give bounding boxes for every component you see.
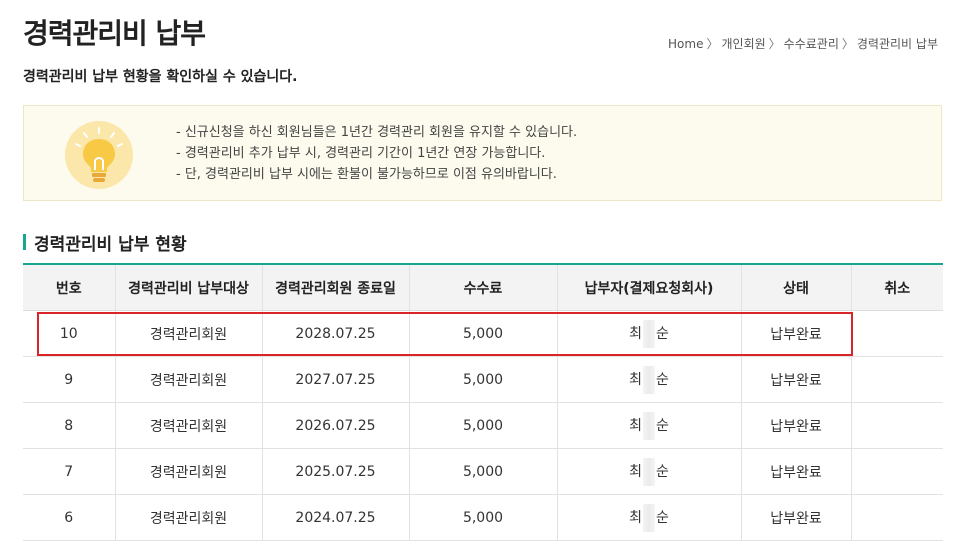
- column-header-no: 번호: [23, 263, 115, 311]
- privacy-mask: [643, 411, 655, 440]
- cell-status: 납부완료: [740, 448, 851, 495]
- column-header-end-date: 경력관리회원 종료일: [261, 263, 409, 311]
- breadcrumb-current: 경력관리비 납부: [856, 37, 938, 51]
- privacy-mask: [643, 319, 655, 348]
- table-header-row: 번호 경력관리비 납부대상 경력관리회원 종료일 수수료 납부자(결제요청회사)…: [23, 263, 943, 311]
- table-row[interactable]: 10 경력관리회원 2028.07.25 5,000 최순 납부완료: [23, 310, 943, 357]
- privacy-mask: [643, 457, 655, 486]
- table-row[interactable]: 7 경력관리회원 2025.07.25 5,000 최순 납부완료: [23, 448, 943, 495]
- breadcrumb-home-link[interactable]: Home: [668, 37, 703, 51]
- page-title: 경력관리비 납부: [23, 17, 206, 50]
- cell-payer: 최순: [556, 356, 741, 403]
- table-row[interactable]: 8 경력관리회원 2026.07.25 5,000 최순 납부완료: [23, 402, 943, 449]
- cell-fee: 5,000: [408, 356, 557, 403]
- cell-target: 경력관리회원: [114, 402, 262, 449]
- payer-last-char: 순: [656, 325, 669, 342]
- payer-first-char: 최: [629, 325, 642, 342]
- cell-fee: 5,000: [408, 310, 557, 357]
- cell-target: 경력관리회원: [114, 494, 262, 541]
- cell-payer: 최순: [556, 448, 741, 495]
- notice-item: - 신규신청을 하신 회원님들은 1년간 경력관리 회원을 유지할 수 있습니다…: [176, 125, 578, 140]
- cell-cancel[interactable]: [850, 356, 943, 403]
- cell-cancel[interactable]: [850, 310, 943, 357]
- cell-payer: 최순: [556, 494, 741, 541]
- cell-status: 납부완료: [740, 356, 851, 403]
- payer-first-char: 최: [629, 509, 642, 526]
- payer-first-char: 최: [629, 417, 642, 434]
- payer-last-char: 순: [656, 371, 669, 388]
- table-row[interactable]: 6 경력관리회원 2024.07.25 5,000 최순 납부완료: [23, 494, 943, 541]
- cell-end-date: 2024.07.25: [261, 494, 409, 541]
- privacy-mask: [643, 365, 655, 394]
- cell-end-date: 2026.07.25: [261, 402, 409, 449]
- cell-target: 경력관리회원: [114, 356, 262, 403]
- notice-item: - 경력관리비 추가 납부 시, 경력관리 기간이 1년간 연장 가능합니다.: [176, 146, 546, 161]
- column-header-status: 상태: [740, 263, 851, 311]
- cell-fee: 5,000: [408, 448, 557, 495]
- notice-item: - 단, 경력관리비 납부 시에는 환불이 불가능하므로 이점 유의바랍니다.: [176, 167, 557, 182]
- cell-no: 8: [23, 402, 115, 449]
- chevron-right-icon: 〉: [841, 37, 854, 51]
- cell-target: 경력관리회원: [114, 310, 262, 357]
- cell-end-date: 2025.07.25: [261, 448, 409, 495]
- column-header-cancel: 취소: [850, 263, 943, 311]
- payer-last-char: 순: [656, 463, 669, 480]
- cell-fee: 5,000: [408, 402, 557, 449]
- payer-first-char: 최: [629, 371, 642, 388]
- cell-no: 7: [23, 448, 115, 495]
- cell-payer: 최순: [556, 310, 741, 357]
- notice-list: - 신규신청을 하신 회원님들은 1년간 경력관리 회원을 유지할 수 있습니다…: [176, 122, 577, 185]
- cell-status: 납부완료: [740, 310, 851, 357]
- column-header-target: 경력관리비 납부대상: [114, 263, 262, 311]
- cell-end-date: 2027.07.25: [261, 356, 409, 403]
- chevron-right-icon: 〉: [768, 37, 781, 51]
- cell-target: 경력관리회원: [114, 448, 262, 495]
- cell-status: 납부완료: [740, 402, 851, 449]
- lightbulb-icon: [65, 121, 133, 189]
- cell-cancel[interactable]: [850, 494, 943, 541]
- column-header-payer: 납부자(결제요청회사): [556, 263, 741, 311]
- breadcrumb-fee-management-link[interactable]: 수수료관리: [784, 37, 839, 51]
- table-row[interactable]: 9 경력관리회원 2027.07.25 5,000 최순 납부완료: [23, 356, 943, 403]
- privacy-mask: [643, 503, 655, 532]
- payer-last-char: 순: [656, 509, 669, 526]
- section-heading: 경력관리비 납부 현황: [23, 230, 187, 255]
- notice-box: - 신규신청을 하신 회원님들은 1년간 경력관리 회원을 유지할 수 있습니다…: [23, 105, 942, 201]
- payer-last-char: 순: [656, 417, 669, 434]
- cell-no: 9: [23, 356, 115, 403]
- cell-cancel[interactable]: [850, 448, 943, 495]
- cell-end-date: 2028.07.25: [261, 310, 409, 357]
- payment-status-table: 번호 경력관리비 납부대상 경력관리회원 종료일 수수료 납부자(결제요청회사)…: [23, 263, 943, 541]
- cell-no: 6: [23, 494, 115, 541]
- cell-payer: 최순: [556, 402, 741, 449]
- chevron-right-icon: 〉: [706, 37, 719, 51]
- column-header-fee: 수수료: [408, 263, 557, 311]
- cell-fee: 5,000: [408, 494, 557, 541]
- page-subtitle: 경력관리비 납부 현황을 확인하실 수 있습니다.: [23, 69, 298, 85]
- breadcrumb-personal-member-link[interactable]: 개인회원: [721, 37, 765, 51]
- breadcrumb: Home 〉 개인회원 〉 수수료관리 〉 경력관리비 납부: [668, 35, 938, 52]
- cell-cancel[interactable]: [850, 402, 943, 449]
- payer-first-char: 최: [629, 463, 642, 480]
- cell-status: 납부완료: [740, 494, 851, 541]
- cell-no: 10: [23, 310, 115, 357]
